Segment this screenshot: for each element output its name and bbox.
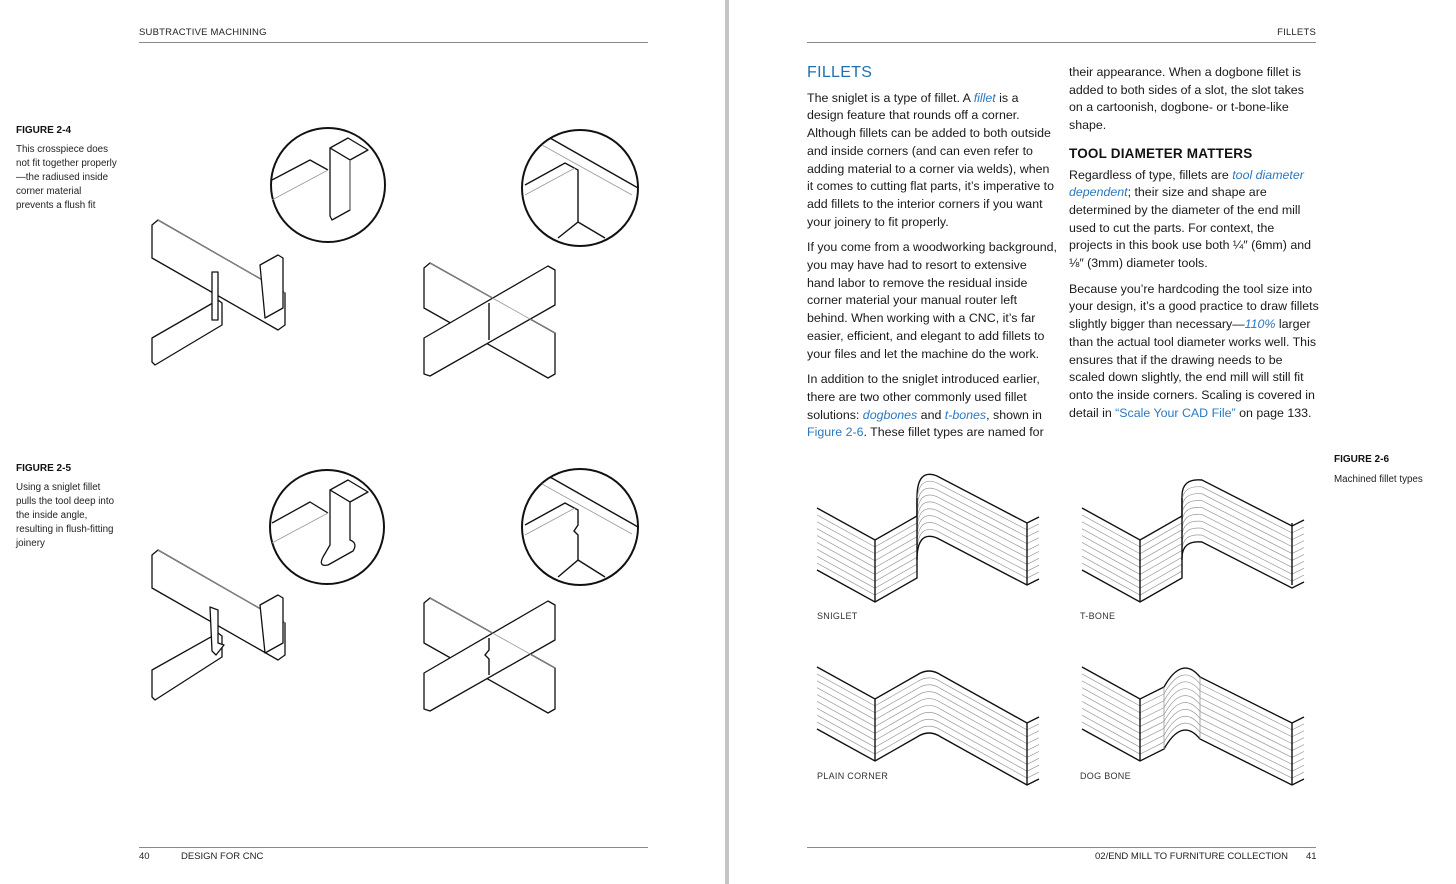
running-head-right: FILLETS <box>1277 27 1316 38</box>
dogbones-term-link[interactable]: dogbones <box>863 408 917 422</box>
wall-layer <box>816 494 1040 562</box>
wall-layer <box>1081 507 1305 568</box>
tbone-illustration <box>1081 479 1305 603</box>
wall-edge <box>1081 541 1305 603</box>
paragraph: Because you’re hardcoding the tool size … <box>1069 281 1319 423</box>
wall-layer <box>1081 680 1305 738</box>
wall-layer <box>1081 486 1305 548</box>
text: is a design feature that rounds off a co… <box>807 90 1054 229</box>
text: , shown in <box>986 407 1042 422</box>
wall-layer <box>816 487 1040 555</box>
wall-layer <box>1081 673 1305 731</box>
wall-edge <box>1081 479 1305 541</box>
figure-2-4-label: FIGURE 2-4 <box>16 125 72 136</box>
text-column-2: their appearance. When a dogbone fillet … <box>1069 64 1319 430</box>
text-column-1: FILLETS The sniglet is a type of fillet.… <box>807 64 1057 450</box>
figure-2-4-misfit-illustration <box>151 127 386 366</box>
paragraph: The sniglet is a type of fillet. A fille… <box>807 90 1057 232</box>
wall-layer <box>1081 687 1305 745</box>
sniglet-label: SNIGLET <box>817 611 858 621</box>
wall-edge <box>816 473 1040 541</box>
page-gutter <box>725 0 729 884</box>
back-board-right <box>259 594 284 654</box>
wall-layer <box>1081 500 1305 562</box>
figure-2-6-label: FIGURE 2-6 <box>1334 454 1390 465</box>
figure-2-5-caption: Using a sniglet fillet pulls the tool de… <box>16 482 115 549</box>
figure-2-4-cross-illustration <box>423 129 639 379</box>
paragraph: their appearance. When a dogbone fillet … <box>1069 65 1304 133</box>
detail-board-face <box>329 147 351 221</box>
scale-cad-file-link[interactable]: “Scale Your CAD File” <box>1115 406 1236 420</box>
detail-circle <box>270 127 386 243</box>
wall-edge <box>1081 666 1305 724</box>
wall-layer <box>816 714 1040 772</box>
text: . These fillet types are named for <box>863 425 1044 440</box>
figure-2-6-link[interactable]: Figure 2-6 <box>807 425 863 439</box>
wall-layer <box>1081 714 1305 772</box>
wall-layer <box>1081 701 1305 758</box>
wall-layer <box>1081 534 1305 596</box>
slot <box>211 271 219 321</box>
wall-layer <box>1081 527 1305 589</box>
tbones-term-link[interactable]: t-bones <box>945 408 986 422</box>
dogbone-label: DOG BONE <box>1080 771 1131 781</box>
section-heading: FILLETS <box>807 64 873 81</box>
footer-rule-left <box>139 847 648 848</box>
plain-corner-illustration <box>816 666 1040 786</box>
text: on page 133. <box>1235 405 1312 420</box>
text: and <box>917 407 945 422</box>
wall-layer <box>1081 694 1305 751</box>
running-head-left: SUBTRACTIVE MACHINING <box>139 27 267 38</box>
page-number-left: 40 <box>139 851 150 862</box>
wall-layer <box>816 694 1040 751</box>
subheading-tool-diameter: TOOL DIAMETER MATTERS <box>1069 145 1253 161</box>
dogbone-illustration <box>1081 666 1305 786</box>
text: larger than the actual tool diameter wor… <box>1069 317 1317 420</box>
header-rule-right <box>807 42 1316 43</box>
figure-2-5-sniglet-illustration <box>151 469 385 701</box>
book-title-footer: DESIGN FOR CNC <box>181 851 264 862</box>
wall-layer <box>816 680 1040 738</box>
detail-circle <box>521 129 639 247</box>
wall-layer <box>816 673 1040 731</box>
wall-layer <box>1081 708 1305 765</box>
footer-rule-right <box>807 847 1316 848</box>
header-rule-left <box>139 42 648 43</box>
wall-layer <box>816 708 1040 765</box>
wall-layer <box>1081 520 1305 582</box>
wall-edge <box>816 666 1040 724</box>
text: The sniglet is a type of fillet. A <box>807 90 974 105</box>
percentage-term[interactable]: 110% <box>1245 317 1276 331</box>
figure-2-5-label: FIGURE 2-5 <box>16 463 72 474</box>
right-page: FILLETS FILLETS The sniglet is a type of… <box>730 0 1456 884</box>
paragraph: In addition to the sniglet introduced ea… <box>807 371 1057 442</box>
plain-corner-label: PLAIN CORNER <box>817 771 889 781</box>
text: Regardless of type, fillets are <box>1069 167 1233 182</box>
fillet-term-link[interactable]: fillet <box>974 91 996 105</box>
figure-2-4-caption: This crosspiece does not fit together pr… <box>16 144 117 211</box>
figure-2-5-cross-illustration <box>423 468 639 714</box>
paragraph: Regardless of type, fillets are tool dia… <box>1069 167 1319 273</box>
left-page: SUBTRACTIVE MACHINING FIGURE 2-4 This cr… <box>0 0 726 884</box>
figure-2-6-caption: Machined fillet types <box>1334 474 1423 485</box>
wall-layer <box>816 687 1040 745</box>
wall-layer <box>1081 493 1305 555</box>
sniglet-illustration <box>816 473 1040 603</box>
page-number-right: 41 <box>1306 851 1317 862</box>
detail-circle <box>269 469 385 585</box>
wall-layer <box>816 701 1040 758</box>
paragraph: If you come from a woodworking backgroun… <box>807 240 1058 361</box>
wall-layer <box>1081 513 1305 575</box>
collection-title-footer: 02/END MILL TO FURNITURE COLLECTION <box>1095 851 1289 862</box>
wall-layer <box>1081 721 1305 779</box>
wall-layer <box>816 721 1040 779</box>
tbone-label: T-BONE <box>1080 611 1116 621</box>
